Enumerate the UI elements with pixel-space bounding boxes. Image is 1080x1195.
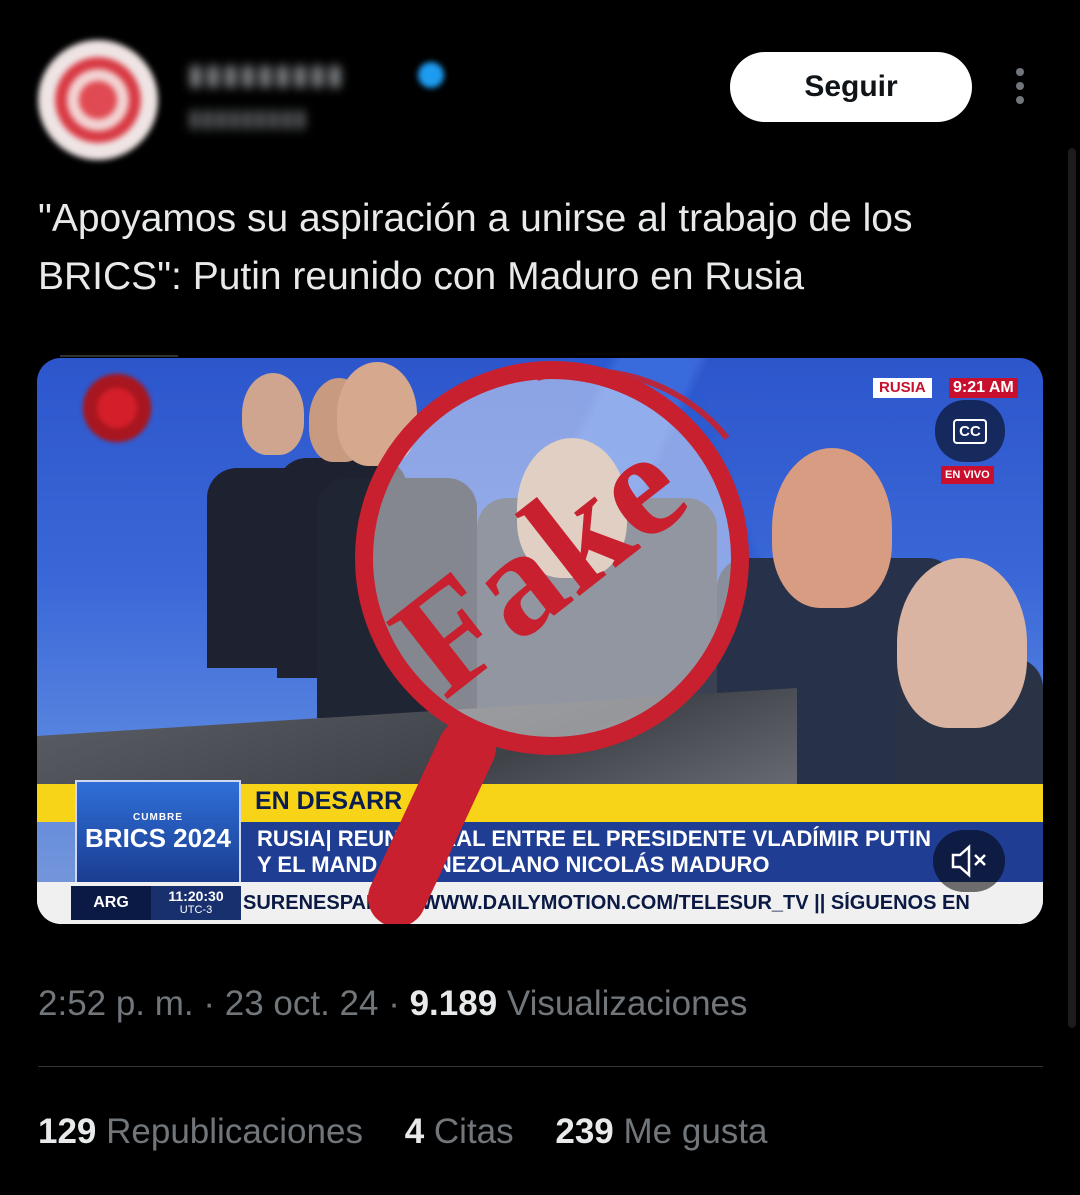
- video-tag-country: RUSIA: [873, 378, 932, 398]
- views-count: 9.189: [409, 984, 498, 1023]
- avatar[interactable]: [38, 40, 158, 160]
- engagement-stats: 129 Republicaciones 4 Citas 239 Me gusta: [38, 1112, 799, 1152]
- tweet-time[interactable]: 2:52 p. m.: [38, 984, 194, 1023]
- divider: [38, 1066, 1043, 1067]
- captions-button[interactable]: CC: [935, 400, 1005, 462]
- headline-line-2: Y EL MAND O VENEZOLANO NICOLÁS MADURO: [257, 852, 770, 877]
- views-label: Visualizaciones: [497, 984, 748, 1023]
- likes-stat[interactable]: 239 Me gusta: [555, 1112, 767, 1151]
- video-tag-time: 9:21 AM: [949, 378, 1018, 398]
- ticker-clock: 11:20:30 UTC-3: [151, 886, 241, 920]
- lower-third-headline: RUSIA| REUNI TERAL ENTRE EL PRESIDENTE V…: [237, 822, 1043, 882]
- retweets-stat[interactable]: 129 Republicaciones: [38, 1112, 363, 1151]
- ticker-country: ARG: [71, 886, 151, 920]
- username-blurred: ▮▮▮▮▮▮▮▮▮: [188, 105, 307, 132]
- live-badge: EN VIVO: [941, 466, 994, 484]
- person-figure: [772, 448, 892, 608]
- tweet-text: "Apoyamos su aspiración a unirse al trab…: [38, 197, 913, 298]
- divider: [60, 355, 178, 357]
- more-options-icon[interactable]: [1010, 68, 1030, 108]
- person-figure: [337, 362, 417, 466]
- video-player[interactable]: RUSIA 9:21 AM EN VIVO CC EN DESARR RUSIA…: [37, 358, 1043, 924]
- quotes-stat[interactable]: 4 Citas: [405, 1112, 514, 1151]
- verified-badge-icon: [418, 62, 444, 88]
- person-figure: [897, 558, 1027, 728]
- speaker-muted-icon: [951, 844, 986, 878]
- headline-line-1: RUSIA| REUNI TERAL ENTRE EL PRESIDENTE V…: [257, 826, 931, 851]
- follow-button[interactable]: Seguir: [730, 52, 972, 122]
- person-figure: [517, 438, 627, 578]
- mute-button[interactable]: [933, 830, 1005, 892]
- cc-icon: CC: [953, 418, 987, 444]
- brics-logo: CUMBRE BRICS 2024: [75, 780, 241, 886]
- person-figure: [242, 373, 304, 455]
- person-figure: [317, 478, 477, 718]
- tweet-metadata: 2:52 p. m. · 23 oct. 24 · 9.189 Visualiz…: [38, 984, 748, 1023]
- ticker-text: SURENESPANO N WWW.DAILYMOTION.COM/TELESU…: [243, 892, 970, 914]
- news-ticker: ARG 11:20:30 UTC-3 SURENESPANO N WWW.DAI…: [37, 882, 1043, 924]
- logo-blurred: [77, 368, 157, 448]
- tweet-date[interactable]: 23 oct. 24: [225, 984, 379, 1023]
- lower-third-label: EN DESARR: [255, 787, 403, 815]
- display-name-blurred[interactable]: ▮▮▮▮▮▮▮▮▮: [188, 58, 448, 92]
- scrollbar[interactable]: [1068, 148, 1076, 1028]
